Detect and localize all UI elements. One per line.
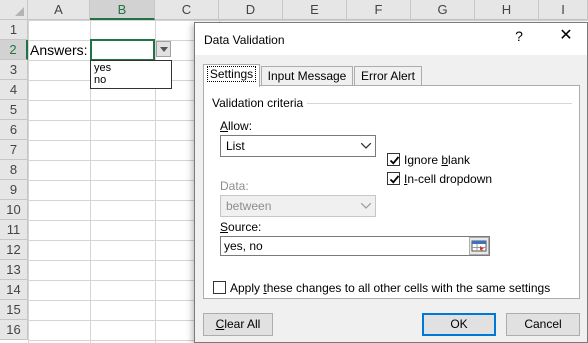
column-header-h[interactable]: H xyxy=(475,0,539,20)
in-cell-dropdown-checkbox[interactable] xyxy=(387,172,400,185)
dropdown-option-no[interactable]: no xyxy=(94,74,168,86)
row-header-4[interactable]: 4 xyxy=(0,80,28,100)
row-header-1[interactable]: 1 xyxy=(0,20,28,40)
ignore-blank-label: Ignore blank xyxy=(404,153,470,167)
validation-criteria-heading: Validation criteria xyxy=(212,96,308,110)
ignore-blank-checkbox[interactable] xyxy=(387,153,400,166)
row-header-8[interactable]: 8 xyxy=(0,160,28,180)
row-header-2[interactable]: 2 xyxy=(0,40,28,60)
allow-select-value: List xyxy=(226,139,245,153)
tab-error-alert[interactable]: Error Alert xyxy=(354,66,422,86)
select-all-triangle-icon xyxy=(15,7,24,16)
dropdown-option-yes[interactable]: yes xyxy=(94,62,168,74)
column-header-f[interactable]: F xyxy=(347,0,411,20)
column-header-g[interactable]: G xyxy=(411,0,475,20)
select-all-corner[interactable] xyxy=(0,0,28,20)
row-header-10[interactable]: 10 xyxy=(0,200,28,220)
row-header-16[interactable]: 16 xyxy=(0,320,28,340)
help-button[interactable]: ? xyxy=(513,28,525,44)
chevron-down-icon xyxy=(160,47,168,52)
row-header-13[interactable]: 13 xyxy=(0,260,28,280)
settings-panel: Validation criteria Allow: List Data: be… xyxy=(203,85,580,299)
dialog-title-bar[interactable]: Data Validation ? ✕ xyxy=(195,23,587,55)
cell-dropdown-button[interactable] xyxy=(156,41,171,57)
apply-to-all-label-pre: Apply xyxy=(230,281,264,295)
range-select-button[interactable] xyxy=(469,237,489,255)
column-header-d[interactable]: D xyxy=(219,0,283,20)
ok-button[interactable]: OK xyxy=(422,313,496,336)
chevron-down-icon xyxy=(357,136,375,156)
clear-all-label-rest: lear All xyxy=(224,317,261,331)
column-header-a[interactable]: A xyxy=(28,0,90,20)
clear-all-button[interactable]: Clear All xyxy=(203,313,273,336)
row-header-3[interactable]: 3 xyxy=(0,60,28,80)
chevron-down-icon xyxy=(357,196,375,216)
column-header-c[interactable]: C xyxy=(155,0,219,20)
row-header-6[interactable]: 6 xyxy=(0,120,28,140)
source-label-rest: ource: xyxy=(228,220,262,234)
apply-to-all-label-post: hese changes to all other cells with the… xyxy=(266,281,551,295)
collapse-dialog-icon xyxy=(471,240,487,252)
allow-label-accel: A xyxy=(220,119,229,133)
checkmark-icon xyxy=(389,156,400,165)
row-header-12[interactable]: 12 xyxy=(0,240,28,260)
column-header-e[interactable]: E xyxy=(283,0,347,20)
close-button[interactable]: ✕ xyxy=(557,25,575,45)
ignore-blank-label-pre: Ignore xyxy=(404,153,442,167)
source-label-accel: S xyxy=(220,220,229,234)
cell-a2: Answers: xyxy=(30,42,88,58)
active-cell-b2[interactable] xyxy=(90,39,155,61)
in-cell-dropdown-label: In-cell dropdown xyxy=(404,172,492,186)
in-cell-dropdown-label-rest: n-cell dropdown xyxy=(407,172,493,186)
ignore-blank-label-post: lank xyxy=(448,153,471,167)
tab-input-message[interactable]: Input Message xyxy=(261,66,353,86)
dialog-title: Data Validation xyxy=(204,33,285,47)
apply-to-all-checkbox[interactable] xyxy=(213,281,226,294)
data-select-value: between xyxy=(226,199,272,213)
checkmark-icon xyxy=(389,175,400,184)
row-header-5[interactable]: 5 xyxy=(0,100,28,120)
column-header-b[interactable]: B xyxy=(90,0,155,20)
clear-all-label-accel: C xyxy=(215,317,225,331)
data-select: between xyxy=(220,195,376,217)
row-header-7[interactable]: 7 xyxy=(0,140,28,160)
allow-label: Allow: xyxy=(220,119,252,133)
data-label: Data: xyxy=(220,179,249,193)
row-header-9[interactable]: 9 xyxy=(0,180,28,200)
column-header-i[interactable]: I xyxy=(539,0,588,20)
cancel-button[interactable]: Cancel xyxy=(506,313,580,336)
source-input[interactable]: yes, no xyxy=(220,236,490,256)
tab-settings-label: Settings xyxy=(206,66,257,82)
allow-select[interactable]: List xyxy=(220,135,376,157)
row-header-11[interactable]: 11 xyxy=(0,220,28,240)
allow-label-rest: llow: xyxy=(228,119,253,133)
row-header-15[interactable]: 15 xyxy=(0,300,28,320)
group-divider xyxy=(300,103,572,104)
data-validation-dialog: Data Validation ? ✕ Settings Input Messa… xyxy=(194,22,588,343)
cell-dropdown-list: yes no xyxy=(90,60,172,89)
source-label: Source: xyxy=(220,220,261,234)
row-header-14[interactable]: 14 xyxy=(0,280,28,300)
apply-to-all-label: Apply these changes to all other cells w… xyxy=(230,281,550,295)
tab-settings[interactable]: Settings xyxy=(203,64,260,87)
